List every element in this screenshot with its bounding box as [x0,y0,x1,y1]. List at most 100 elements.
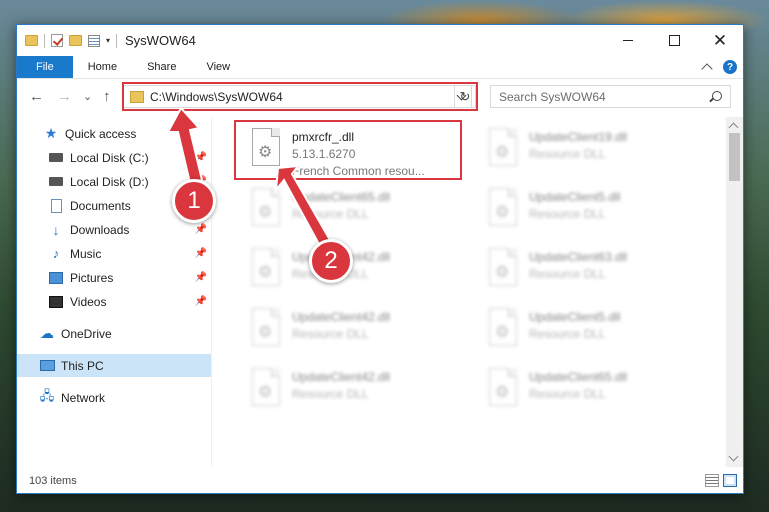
sidebar-item-label: Local Disk (D:) [70,174,149,189]
file-type: Resource DLL [529,207,606,221]
file-version: 5.13.1.6270 [292,147,356,161]
tab-share[interactable]: Share [132,56,191,78]
pin-icon[interactable]: 📌 [195,296,207,307]
item-count: 103 items [29,475,77,487]
search-icon[interactable] [712,91,722,101]
properties-icon[interactable] [88,34,100,47]
file-item[interactable]: ⚙ UpdateClient5.dll Resource DLL [475,304,701,360]
scroll-up-icon[interactable] [728,122,739,133]
minimize-button[interactable] [605,25,651,56]
dll-file-icon: ⚙ [483,308,521,352]
file-name: UpdateClient5.dll [529,190,621,204]
sidebar-item-quick-access[interactable]: ★ Quick access [17,122,211,145]
title-bar: ▾ SysWOW64 ✕ [17,25,743,56]
dll-file-icon: ⚙ [483,188,521,232]
pictures-icon [48,271,64,285]
expand-ribbon-icon[interactable] [701,63,713,75]
file-item[interactable]: ⚙ UpdateClient63.dll Resource DLL [475,244,701,300]
ribbon-tabs: File Home Share View ? [17,56,743,79]
dll-file-icon: ⚙ [483,248,521,292]
scroll-down-icon[interactable] [728,451,739,462]
search-input[interactable]: Search SysWOW64 [490,85,731,108]
search-placeholder: Search SysWOW64 [499,89,606,104]
file-explorer-window: ▾ SysWOW64 ✕ File Home Share View ? ← → … [16,24,744,494]
dll-file-icon: ⚙ [483,368,521,412]
pin-icon[interactable]: 📌 [195,152,207,163]
file-list: ⚙ pmxrcfr_.dll 5.13.1.6270 French Common… [212,117,725,467]
refresh-button[interactable]: ↻ [454,85,476,108]
file-name: UpdateClient65.dll [292,190,391,204]
file-item[interactable]: ⚙ UpdateClient42.dll Resource DLL [238,304,464,360]
sidebar-item-label: Network [61,390,106,405]
recent-locations-icon[interactable]: ⌄ [83,90,92,103]
address-path[interactable]: C:\Windows\SysWOW64 [150,90,283,104]
file-type: Resource DLL [292,327,369,341]
file-type: Resource DLL [529,267,606,281]
file-name: pmxrcfr_.dll [292,130,355,144]
large-icons-view-icon[interactable] [723,474,737,487]
cloud-icon: ☁ [40,325,54,341]
file-type: Resource DLL [292,387,369,401]
star-icon: ★ [44,125,58,141]
up-arrow-icon[interactable]: ↑ [103,88,111,105]
file-name: UpdateClient65.dll [529,370,628,384]
pin-icon[interactable]: 📌 [195,272,207,283]
sidebar-item-this-pc[interactable]: This PC [17,354,211,377]
file-name: UpdateClient19.dll [529,130,628,144]
callout-marker-1: 1 [172,179,216,223]
pin-icon[interactable]: 📌 [195,248,207,259]
sidebar-item-music[interactable]: ♪ Music 📌 [17,242,211,265]
customize-toolbar-dropdown-icon[interactable]: ▾ [106,36,110,45]
sidebar-item-onedrive[interactable]: ☁ OneDrive [17,322,211,345]
network-icon: 🖧 [39,387,55,403]
file-item[interactable]: ⚙ UpdateClient65.dll Resource DLL [238,184,464,240]
vertical-scrollbar[interactable] [726,117,743,467]
pc-icon [39,359,55,373]
tab-file[interactable]: File [17,56,73,78]
sidebar-item-local-disk-c[interactable]: Local Disk (C:) 📌 [17,146,211,169]
dll-file-icon: ⚙ [483,128,521,172]
sidebar-item-network[interactable]: 🖧 Network [17,386,211,409]
tab-home[interactable]: Home [73,56,132,78]
status-bar: 103 items [17,469,743,493]
sidebar-item-downloads[interactable]: ↓ Downloads 📌 [17,218,211,241]
callout-marker-2: 2 [309,239,353,283]
file-type: Resource DLL [529,147,606,161]
toolbar-divider [116,33,118,48]
toolbar-divider [44,33,45,48]
file-name: UpdateClient5.dll [529,310,621,324]
scrollbar-thumb[interactable] [729,133,740,181]
file-description: French Common resou... [292,164,425,178]
pin-icon[interactable]: 📌 [195,224,207,235]
forward-arrow-icon[interactable]: → [57,88,72,105]
new-folder-icon[interactable] [69,35,82,46]
file-item[interactable]: ⚙ UpdateClient5.dll Resource DLL [475,184,701,240]
disk-icon [48,151,64,165]
file-name: UpdateClient63.dll [529,250,628,264]
help-icon[interactable]: ? [723,60,737,74]
dll-file-icon: ⚙ [246,248,284,292]
close-button[interactable]: ✕ [697,25,743,56]
file-item[interactable]: ⚙ UpdateClient65.dll Resource DLL [475,364,701,420]
window-title: SysWOW64 [125,33,196,48]
sidebar-item-label: OneDrive [61,326,112,341]
back-arrow-icon[interactable]: ← [29,88,44,105]
dll-file-icon: ⚙ [246,188,284,232]
file-type: Resource DLL [529,327,606,341]
tab-view[interactable]: View [191,56,245,78]
disk-icon [48,175,64,189]
video-icon [48,295,64,309]
file-item[interactable]: ⚙ UpdateClient19.dll Resource DLL [475,124,701,180]
sidebar-item-pictures[interactable]: Pictures 📌 [17,266,211,289]
properties-check-icon[interactable] [51,34,63,47]
sidebar-item-label: Local Disk (C:) [70,150,149,165]
details-view-icon[interactable] [705,474,719,487]
sidebar-item-videos[interactable]: Videos 📌 [17,290,211,313]
maximize-button[interactable] [651,25,697,56]
file-item-pmxrcfr[interactable]: ⚙ pmxrcfr_.dll 5.13.1.6270 French Common… [238,124,464,180]
file-item[interactable]: ⚙ UpdateClient42.dll Resource DLL [238,364,464,420]
dll-file-icon: ⚙ [246,128,284,172]
music-icon: ♪ [52,246,60,261]
address-bar[interactable]: C:\Windows\SysWOW64 [123,85,472,108]
sidebar-item-label: Videos [70,294,107,309]
